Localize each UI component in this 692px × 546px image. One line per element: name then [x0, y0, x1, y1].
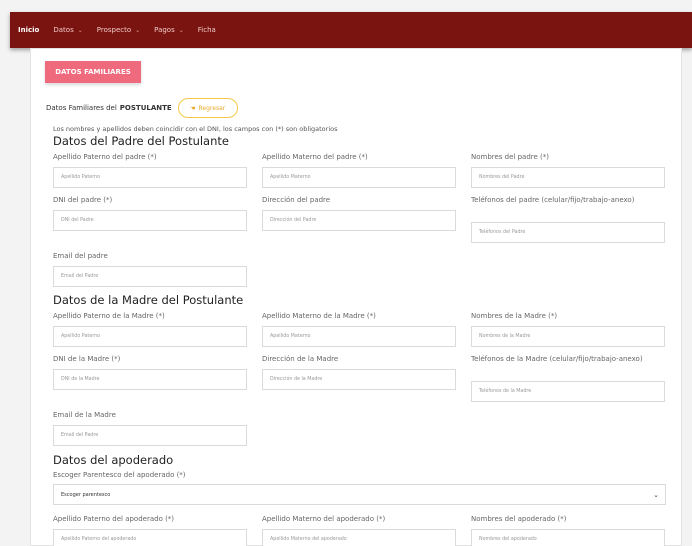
nav-item-ficha[interactable]: Ficha — [198, 26, 216, 34]
field-label: Dirección de la Madre — [262, 355, 339, 363]
field-label: Apellido Materno del apoderado (*) — [262, 515, 386, 523]
madre-nombres-input[interactable]: Nombres de la Madre — [471, 326, 665, 347]
apoderado-parentesco-field: Escoger Parentesco del apoderado (*) — [53, 470, 453, 481]
field-label: Teléfonos del padre (celular/fijo/trabaj… — [471, 196, 635, 204]
field-label: Apellido Materno del padre (*) — [262, 153, 368, 161]
padre-email-input[interactable]: Email del Padre — [53, 266, 247, 287]
chevron-down-icon: ⌄ — [178, 26, 184, 34]
padre-telefonos-input[interactable]: Teléfonos del Padre — [471, 222, 665, 243]
field-label: DNI del padre (*) — [53, 196, 113, 204]
nav-item-datos[interactable]: Datos ⌄ — [53, 26, 82, 34]
madre-email-input[interactable]: Email del Padre — [53, 425, 247, 446]
field-label: Teléfonos de la Madre (celular/fijo/trab… — [471, 355, 643, 363]
nav-item-prospecto[interactable]: Prospecto ⌄ — [97, 26, 140, 34]
nav-item-pagos[interactable]: Pagos ⌄ — [154, 26, 184, 34]
apoderado-apellido-materno-input[interactable]: Apellido Materno del apoderado — [262, 529, 456, 546]
apoderado-apellido-materno-field: Apellido Materno del apoderado (*) Apell… — [262, 514, 456, 546]
field-label: Nombres del apoderado (*) — [471, 515, 567, 523]
padre-nombres-input[interactable]: Nombres del Padre — [471, 167, 665, 188]
chevron-down-icon: ⌄ — [135, 26, 141, 34]
apoderado-nombres-field: Nombres del apoderado (*) Nombres del ap… — [471, 514, 665, 546]
padre-nombres-field: Nombres del padre (*) Nombres del Padre — [471, 152, 665, 188]
padre-direccion-field: Dirección del padre Dirección del Padre — [262, 195, 456, 231]
datos-familiares-tab[interactable]: DATOS FAMILIARES — [45, 61, 141, 83]
madre-direccion-field: Dirección de la Madre Dirección de la Ma… — [262, 354, 456, 390]
padre-email-field: Email del padre Email del Padre — [53, 251, 247, 287]
madre-email-field: Email de la Madre Email del Padre — [53, 410, 247, 446]
apoderado-apellido-paterno-input[interactable]: Apellido Paterno del apoderado — [53, 529, 247, 546]
chevron-down-icon: ⌄ — [77, 26, 83, 34]
field-label: Nombres de la Madre (*) — [471, 312, 558, 320]
field-label: Apellido Paterno de la Madre (*) — [53, 312, 165, 320]
regresar-button[interactable]: ☚ Regresar — [177, 98, 238, 118]
madre-apellido-paterno-field: Apellido Paterno de la Madre (*) Apellid… — [53, 311, 247, 347]
madre-telefonos-field: Teléfonos de la Madre (celular/fijo/trab… — [471, 354, 665, 402]
section-heading-prefix: Datos Familiares del — [46, 104, 117, 112]
field-label: DNI de la Madre (*) — [53, 355, 121, 363]
chevron-down-icon: ⌄ — [653, 490, 659, 499]
padre-direccion-input[interactable]: Dirección del Padre — [262, 210, 456, 231]
nav-item-label: Inicio — [18, 26, 40, 34]
apoderado-section-title: Datos del apoderado — [53, 453, 174, 467]
regresar-label: Regresar — [198, 104, 226, 112]
section-heading: Datos Familiares del POSTULANTE ☚ Regres… — [46, 96, 238, 120]
nav-item-inicio[interactable]: Inicio — [18, 26, 39, 34]
padre-apellido-paterno-input[interactable]: Apellido Paterno — [53, 167, 247, 188]
madre-section-title: Datos de la Madre del Postulante — [53, 293, 244, 307]
field-label: Apellido Paterno del apoderado (*) — [53, 515, 175, 523]
madre-apellido-materno-field: Apellido Materno de la Madre (*) Apellid… — [262, 311, 456, 347]
nav-item-label: Prospecto — [96, 26, 132, 34]
padre-apellido-paterno-field: Apellido Paterno del padre (*) Apellido … — [53, 152, 247, 188]
madre-dni-field: DNI de la Madre (*) DNI de la Madre — [53, 354, 247, 390]
padre-dni-field: DNI del padre (*) DNI del Padre — [53, 195, 247, 231]
field-label: Nombres del padre (*) — [471, 153, 549, 161]
field-label: Apellido Materno de la Madre (*) — [262, 312, 376, 320]
nav-item-label: Pagos — [154, 26, 175, 34]
madre-nombres-field: Nombres de la Madre (*) Nombres de la Ma… — [471, 311, 665, 347]
field-label: Dirección del padre — [262, 196, 331, 204]
required-fields-note: Los nombres y apellidos deben coincidir … — [53, 125, 338, 133]
madre-direccion-input[interactable]: Dirección de la Madre — [262, 369, 456, 390]
madre-apellido-materno-input[interactable]: Apellido Materno — [262, 326, 456, 347]
section-heading-bold: POSTULANTE — [119, 104, 172, 112]
madre-telefonos-input[interactable]: Teléfonos de la Madre — [471, 381, 665, 402]
field-label: Email de la Madre — [53, 411, 116, 419]
top-navbar: Inicio Datos ⌄ Prospecto ⌄ Pagos ⌄ Ficha — [10, 12, 692, 48]
madre-dni-input[interactable]: DNI de la Madre — [53, 369, 247, 390]
padre-dni-input[interactable]: DNI del Padre — [53, 210, 247, 231]
nav-item-label: Datos — [53, 26, 74, 34]
padre-section-title: Datos del Padre del Postulante — [53, 134, 229, 148]
field-label: Email del padre — [53, 252, 108, 260]
padre-telefonos-field: Teléfonos del padre (celular/fijo/trabaj… — [471, 195, 665, 243]
apoderado-nombres-input[interactable]: Nombres del apoderado — [471, 529, 665, 546]
madre-apellido-paterno-input[interactable]: Apellido Paterno — [53, 326, 247, 347]
padre-apellido-materno-field: Apellido Materno del padre (*) Apellido … — [262, 152, 456, 188]
field-label: Apellido Paterno del padre (*) — [53, 153, 157, 161]
padre-apellido-materno-input[interactable]: Apellido Materno — [262, 167, 456, 188]
parentesco-select[interactable]: Escoger parentesco ⌄ — [53, 484, 666, 505]
form-card: DATOS FAMILIARES Datos Familiares del PO… — [30, 48, 682, 546]
field-label: Escoger Parentesco del apoderado (*) — [53, 471, 186, 479]
select-value: Escoger parentesco — [61, 491, 111, 498]
hand-pointing-left-icon: ☚ — [190, 104, 196, 112]
apoderado-apellido-paterno-field: Apellido Paterno del apoderado (*) Apell… — [53, 514, 247, 546]
nav-item-label: Ficha — [197, 26, 216, 34]
